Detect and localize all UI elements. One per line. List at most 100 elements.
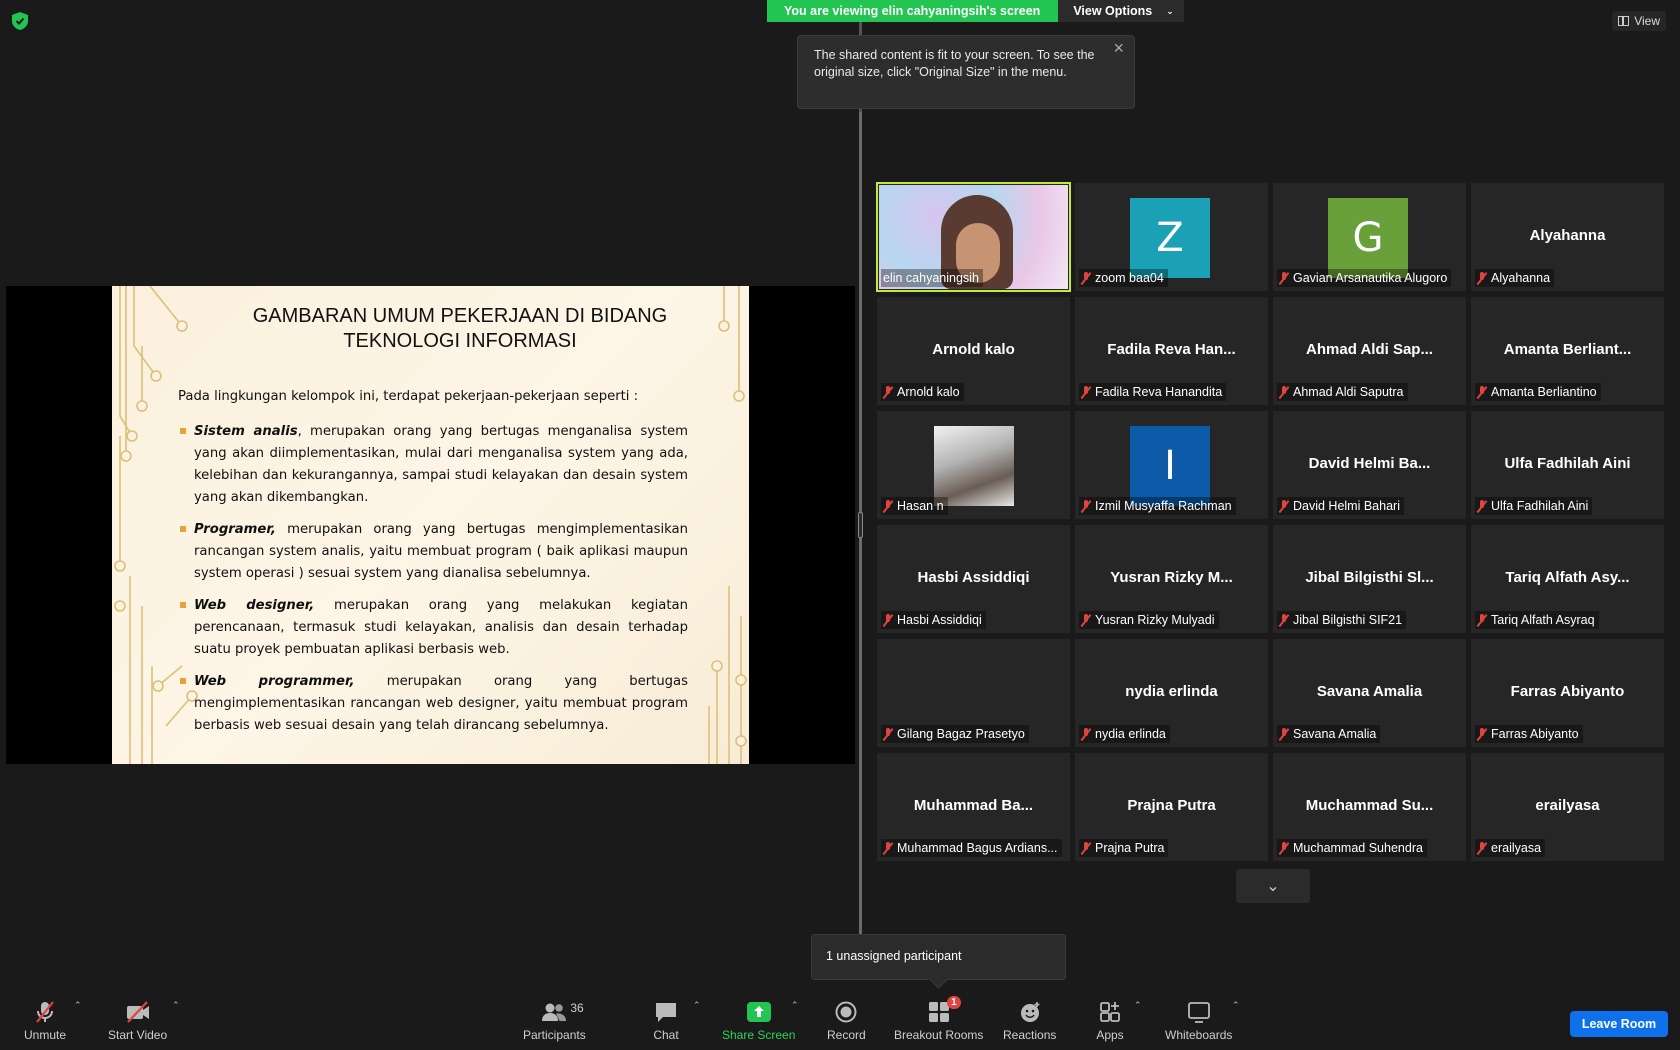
- bullet-item: Programer, merupakan orang yang bertugas…: [180, 519, 688, 585]
- share-screen-button[interactable]: Share Screen: [722, 1000, 795, 1042]
- participant-tile[interactable]: Savana Amalia Savana Amalia: [1273, 639, 1466, 747]
- participant-tile[interactable]: Ahmad Aldi Sap... Ahmad Aldi Saputra: [1273, 297, 1466, 405]
- participant-tile[interactable]: Gilang Bagaz Prasetyo: [877, 639, 1070, 747]
- participant-tile[interactable]: Muchammad Su... Muchammad Suhendra: [1273, 753, 1466, 861]
- bullet-term: Sistem analis: [194, 424, 298, 439]
- participant-tile[interactable]: elin cahyaningsih: [876, 182, 1071, 292]
- participant-tile[interactable]: David Helmi Ba... David Helmi Bahari: [1273, 411, 1466, 519]
- tooltip-text: The shared content is fit to your screen…: [814, 48, 1095, 79]
- view-options-label: View Options: [1073, 4, 1153, 18]
- participant-name: Alyahanna: [1491, 271, 1551, 285]
- participant-tile[interactable]: Ulfa Fadhilah Aini Ulfa Fadhilah Aini: [1471, 411, 1664, 519]
- participant-tile[interactable]: Alyahanna Alyahanna: [1471, 183, 1664, 291]
- unassigned-participant-popup[interactable]: 1 unassigned participant: [811, 934, 1066, 980]
- participants-button[interactable]: 36 Participants: [523, 1000, 586, 1042]
- participant-tile[interactable]: Prajna Putra Prajna Putra: [1075, 753, 1268, 861]
- microphone-muted-icon: [1477, 271, 1487, 285]
- participant-tile[interactable]: G Gavian Arsanautika Alugoro: [1273, 183, 1466, 291]
- participant-avatar: I: [1130, 426, 1210, 506]
- record-button[interactable]: Record: [827, 1000, 866, 1042]
- participant-name: Izmil Musyaffa Rachman: [1095, 499, 1232, 513]
- participant-display-name: Arnold kalo: [932, 341, 1015, 358]
- participant-tile[interactable]: Arnold kalo Arnold kalo: [877, 297, 1070, 405]
- participant-name-label: Gavian Arsanautika Alugoro: [1277, 269, 1452, 287]
- chat-options-caret-icon[interactable]: ⌃: [693, 1000, 701, 1011]
- video-options-caret-icon[interactable]: ⌃: [172, 1000, 180, 1011]
- microphone-muted-icon: [1081, 271, 1091, 285]
- close-icon[interactable]: ×: [1113, 39, 1124, 57]
- microphone-muted-icon: [1279, 499, 1289, 513]
- participant-tile[interactable]: Hasbi Assiddiqi Hasbi Assiddiqi: [877, 525, 1070, 633]
- whiteboard-options-caret-icon[interactable]: ⌃: [1232, 1000, 1240, 1011]
- bullet-term: Programer,: [194, 522, 276, 537]
- participant-name-label: Alyahanna: [1475, 269, 1555, 287]
- whiteboards-button[interactable]: Whiteboards: [1165, 1000, 1232, 1042]
- splitter-handle[interactable]: [858, 512, 863, 538]
- chat-button[interactable]: Chat: [652, 1000, 680, 1042]
- viewing-text: You are viewing elin cahyaningsih's scre…: [767, 0, 1059, 22]
- participant-name-label: Jibal Bilgisthi SIF21: [1277, 611, 1407, 629]
- participant-name: Muhammad Bagus Ardians...: [897, 841, 1058, 855]
- participant-name: Tariq Alfath Asyraq: [1491, 613, 1595, 627]
- chat-icon: [652, 1000, 680, 1024]
- apps-options-caret-icon[interactable]: ⌃: [1134, 1000, 1142, 1011]
- breakout-rooms-button[interactable]: 1 Breakout Rooms: [894, 996, 984, 1042]
- reactions-label: Reactions: [1003, 1028, 1057, 1042]
- record-icon: [832, 1000, 860, 1024]
- microphone-muted-icon: [1081, 499, 1091, 513]
- participant-name-label: Tariq Alfath Asyraq: [1475, 611, 1599, 629]
- view-layout-button[interactable]: View: [1612, 11, 1666, 31]
- audio-options-caret-icon[interactable]: ⌃: [74, 1000, 82, 1011]
- view-options-button[interactable]: View Options ⌄: [1058, 0, 1184, 22]
- record-label: Record: [827, 1028, 866, 1042]
- participant-name-label: Hasan n: [881, 497, 948, 515]
- microphone-muted-icon: [1279, 841, 1289, 855]
- participant-tile[interactable]: Muhammad Ba... Muhammad Bagus Ardians...: [877, 753, 1070, 861]
- participant-name: Gavian Arsanautika Alugoro: [1293, 271, 1448, 285]
- participant-tile[interactable]: Hasan n: [877, 411, 1070, 519]
- participant-name-label: Amanta Berliantino: [1475, 383, 1601, 401]
- breakout-badge: 1: [947, 996, 961, 1009]
- security-shield-icon[interactable]: [12, 12, 28, 30]
- participant-tile[interactable]: I Izmil Musyaffa Rachman: [1075, 411, 1268, 519]
- slide-intro: Pada lingkungan kelompok ini, terdapat p…: [178, 389, 639, 404]
- participant-tile[interactable]: Zzoom baa04: [1075, 183, 1268, 291]
- participant-tile[interactable]: Tariq Alfath Asy... Tariq Alfath Asyraq: [1471, 525, 1664, 633]
- bullet-item: Sistem analis, merupakan orang yang bert…: [180, 421, 688, 509]
- participant-name: Fadila Reva Hanandita: [1095, 385, 1223, 399]
- participant-tile[interactable]: Fadila Reva Han... Fadila Reva Hanandita: [1075, 297, 1268, 405]
- participant-display-name: Yusran Rizky M...: [1110, 569, 1233, 586]
- participant-name-label: Savana Amalia: [1277, 725, 1381, 743]
- participant-name-label: Yusran Rizky Mulyadi: [1079, 611, 1219, 629]
- participant-display-name: Tariq Alfath Asy...: [1505, 569, 1630, 586]
- participant-tile[interactable]: Farras Abiyanto Farras Abiyanto: [1471, 639, 1664, 747]
- gallery-next-page-button[interactable]: ⌄: [1236, 869, 1310, 903]
- microphone-muted-icon: [883, 385, 893, 399]
- bullet-item: Web designer, merupakan orang yang melak…: [180, 595, 688, 661]
- leave-room-button[interactable]: Leave Room: [1570, 1011, 1668, 1037]
- participant-tile[interactable]: erailyasa erailyasa: [1471, 753, 1664, 861]
- participant-tile[interactable]: Yusran Rizky M... Yusran Rizky Mulyadi: [1075, 525, 1268, 633]
- layout-icon: [1618, 16, 1630, 26]
- apps-button[interactable]: Apps: [1096, 1000, 1124, 1042]
- microphone-muted-icon: [1477, 841, 1487, 855]
- participant-name-label: Muhammad Bagus Ardians...: [881, 839, 1062, 857]
- whiteboard-icon: [1185, 1000, 1213, 1024]
- participant-name: nydia erlinda: [1095, 727, 1166, 741]
- participant-display-name: Alyahanna: [1529, 227, 1606, 244]
- start-video-button[interactable]: Start Video: [108, 1000, 167, 1042]
- participant-tile[interactable]: Amanta Berliant... Amanta Berliantino: [1471, 297, 1664, 405]
- leave-room-label: Leave Room: [1581, 1017, 1657, 1031]
- breakout-rooms-label: Breakout Rooms: [894, 1028, 984, 1042]
- microphone-muted-icon: [883, 727, 893, 741]
- reactions-button[interactable]: Reactions: [1003, 1000, 1056, 1042]
- participant-tile[interactable]: Jibal Bilgisthi Sl... Jibal Bilgisthi SIF…: [1273, 525, 1466, 633]
- microphone-muted-icon: [883, 499, 893, 513]
- participant-name-label: Fadila Reva Hanandita: [1079, 383, 1227, 401]
- microphone-muted-icon: [1081, 385, 1091, 399]
- share-options-caret-icon[interactable]: ⌃: [791, 1000, 799, 1011]
- participant-tile[interactable]: nydia erlinda nydia erlinda: [1075, 639, 1268, 747]
- participant-display-name: Hasbi Assiddiqi: [917, 569, 1030, 586]
- unmute-button[interactable]: Unmute: [24, 1000, 66, 1042]
- apps-icon: [1096, 1000, 1124, 1024]
